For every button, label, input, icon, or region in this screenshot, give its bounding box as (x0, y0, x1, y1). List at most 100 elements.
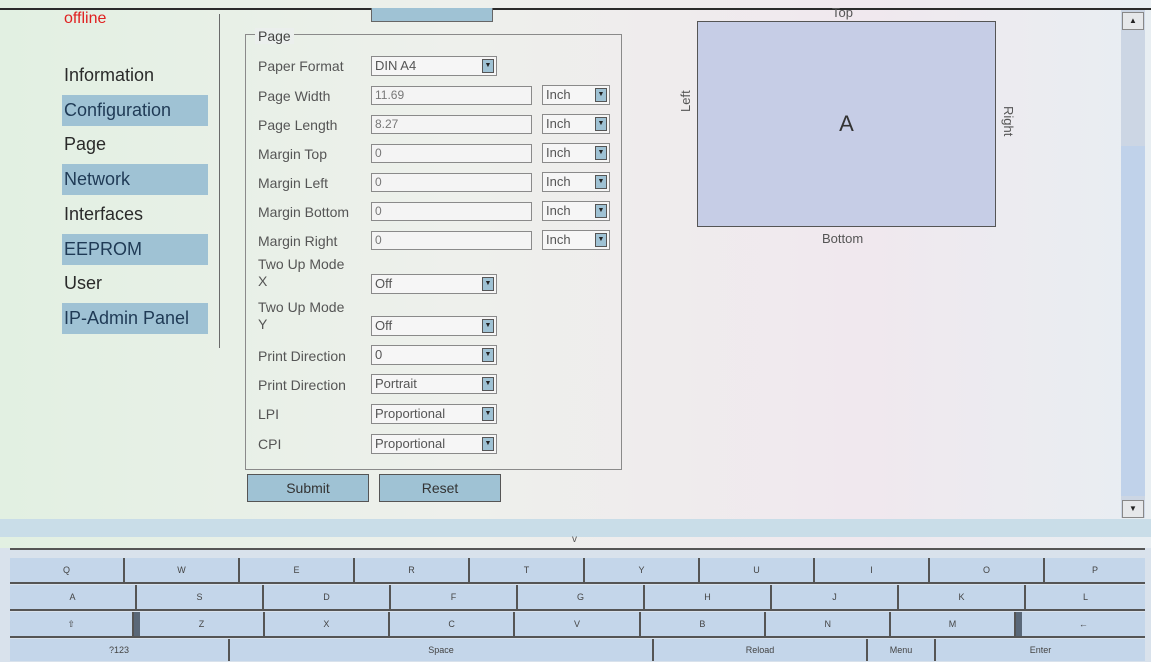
two-up-x-label: Two Up Mode X (258, 256, 368, 290)
submit-button[interactable]: Submit (247, 474, 369, 502)
chevron-down-icon: ▼ (595, 88, 607, 102)
scroll-up-button[interactable]: ▲ (1122, 12, 1144, 30)
margin-right-input[interactable]: 0 (371, 231, 532, 250)
key-reload[interactable]: Reload (654, 639, 868, 661)
margin-top-unit-select[interactable]: Inch ▼ (542, 143, 610, 163)
key-r[interactable]: R (355, 558, 470, 582)
key-s[interactable]: S (137, 585, 264, 609)
two-up-x-label-line2: X (258, 273, 268, 289)
unit-value: Inch (546, 203, 571, 218)
page-length-input[interactable]: 8.27 (371, 115, 532, 134)
page-width-input[interactable]: 11.69 (371, 86, 532, 105)
margin-left-label: Margin Left (258, 175, 329, 191)
nav-item-page[interactable]: Page (62, 128, 212, 163)
key-c[interactable]: C (390, 612, 516, 636)
key-y[interactable]: Y (585, 558, 700, 582)
nav-item-network[interactable]: Network (62, 164, 208, 195)
preview-right-label: Right (1001, 106, 1016, 137)
key-i[interactable]: I (815, 558, 930, 582)
key-l[interactable]: L (1026, 585, 1145, 609)
nav-item-interfaces[interactable]: Interfaces (62, 197, 212, 232)
key-e[interactable]: E (240, 558, 355, 582)
top-partial-button[interactable] (371, 8, 493, 22)
key-enter[interactable]: Enter (936, 639, 1145, 661)
key-h[interactable]: H (645, 585, 772, 609)
key-o[interactable]: O (930, 558, 1045, 582)
key-x[interactable]: X (264, 612, 390, 636)
nav-item-information[interactable]: Information (62, 58, 212, 93)
nav-item-user[interactable]: User (62, 267, 212, 302)
key-q[interactable]: Q (10, 558, 125, 582)
print-direction-select-1[interactable]: 0 ▼ (371, 345, 497, 365)
keyboard-row-divider (10, 609, 1145, 611)
two-up-x-value: Off (375, 276, 393, 291)
keyboard-hide-icon[interactable]: v (572, 534, 577, 545)
status-text: offline (64, 10, 107, 27)
chevron-down-icon: ▼ (595, 204, 607, 218)
margin-top-input[interactable]: 0 (371, 144, 532, 163)
chevron-down-icon: ▼ (482, 319, 494, 333)
vertical-scrollbar-thumb[interactable] (1121, 146, 1145, 496)
page-width-label: Page Width (258, 88, 331, 104)
key-backspace[interactable]: ← (1021, 612, 1146, 636)
print-direction-select-2[interactable]: Portrait ▼ (371, 374, 497, 394)
chevron-down-icon: ▼ (482, 437, 494, 451)
print-direction-label-2: Print Direction (258, 377, 346, 393)
paper-format-select[interactable]: DIN A4 ▼ (371, 56, 497, 76)
cpi-select[interactable]: Proportional ▼ (371, 434, 497, 454)
lpi-label: LPI (258, 406, 280, 422)
page-width-unit-select[interactable]: Inch ▼ (542, 85, 610, 105)
two-up-y-select[interactable]: Off ▼ (371, 316, 497, 336)
key-f[interactable]: F (391, 585, 518, 609)
two-up-x-select[interactable]: Off ▼ (371, 274, 497, 294)
key-w[interactable]: W (125, 558, 240, 582)
sidebar-nav: Information Configuration Page Network I… (62, 58, 212, 336)
key-n[interactable]: N (766, 612, 892, 636)
key-z[interactable]: Z (140, 612, 265, 636)
margin-left-input[interactable]: 0 (371, 173, 532, 192)
two-up-y-label-line2: Y (258, 316, 268, 332)
margin-bottom-unit-select[interactable]: Inch ▼ (542, 201, 610, 221)
chevron-down-icon: ▼ (482, 277, 494, 291)
chevron-down-icon: ▼ (595, 233, 607, 247)
key-space[interactable]: Space (230, 639, 654, 661)
key-a[interactable]: A (10, 585, 137, 609)
key-d[interactable]: D (264, 585, 391, 609)
cpi-label: CPI (258, 436, 282, 452)
key-g[interactable]: G (518, 585, 645, 609)
key-u[interactable]: U (700, 558, 815, 582)
nav-item-ip-admin-panel[interactable]: IP-Admin Panel (62, 303, 208, 334)
margin-bottom-label: Margin Bottom (258, 204, 350, 220)
keyboard-row-3: ⇧ Z X C V B N M ← (10, 612, 1146, 636)
lpi-value: Proportional (375, 406, 446, 421)
top-border (0, 8, 1151, 10)
print-direction-value-2: Portrait (375, 376, 417, 391)
key-k[interactable]: K (899, 585, 1026, 609)
margin-right-unit-select[interactable]: Inch ▼ (542, 230, 610, 250)
preview-left-label: Left (678, 90, 693, 112)
key-b[interactable]: B (640, 612, 767, 636)
preview-top-label: Top (832, 5, 853, 20)
print-direction-value-1: 0 (375, 347, 383, 362)
key-shift[interactable]: ⇧ (10, 612, 135, 636)
keyboard-row-4: ?123 Space Reload Menu Enter (10, 639, 1145, 661)
lpi-select[interactable]: Proportional ▼ (371, 404, 497, 424)
chevron-down-icon: ▼ (595, 117, 607, 131)
margin-left-unit-select[interactable]: Inch ▼ (542, 172, 610, 192)
scroll-down-button[interactable]: ▼ (1122, 500, 1144, 518)
margin-bottom-input[interactable]: 0 (371, 202, 532, 221)
page-length-unit-select[interactable]: Inch ▼ (542, 114, 610, 134)
key-v[interactable]: V (515, 612, 641, 636)
nav-item-eeprom[interactable]: EEPROM (62, 233, 208, 265)
nav-item-configuration[interactable]: Configuration (62, 94, 208, 126)
two-up-y-value: Off (375, 318, 393, 333)
key-menu[interactable]: Menu (868, 639, 936, 661)
key-j[interactable]: J (772, 585, 899, 609)
key-symbols[interactable]: ?123 (10, 639, 230, 661)
key-p[interactable]: P (1045, 558, 1145, 582)
reset-button[interactable]: Reset (379, 474, 501, 502)
key-m[interactable]: M (891, 612, 1016, 636)
two-up-x-label-line1: Two Up Mode (258, 256, 345, 272)
key-t[interactable]: T (470, 558, 585, 582)
chevron-down-icon: ▼ (482, 377, 494, 391)
